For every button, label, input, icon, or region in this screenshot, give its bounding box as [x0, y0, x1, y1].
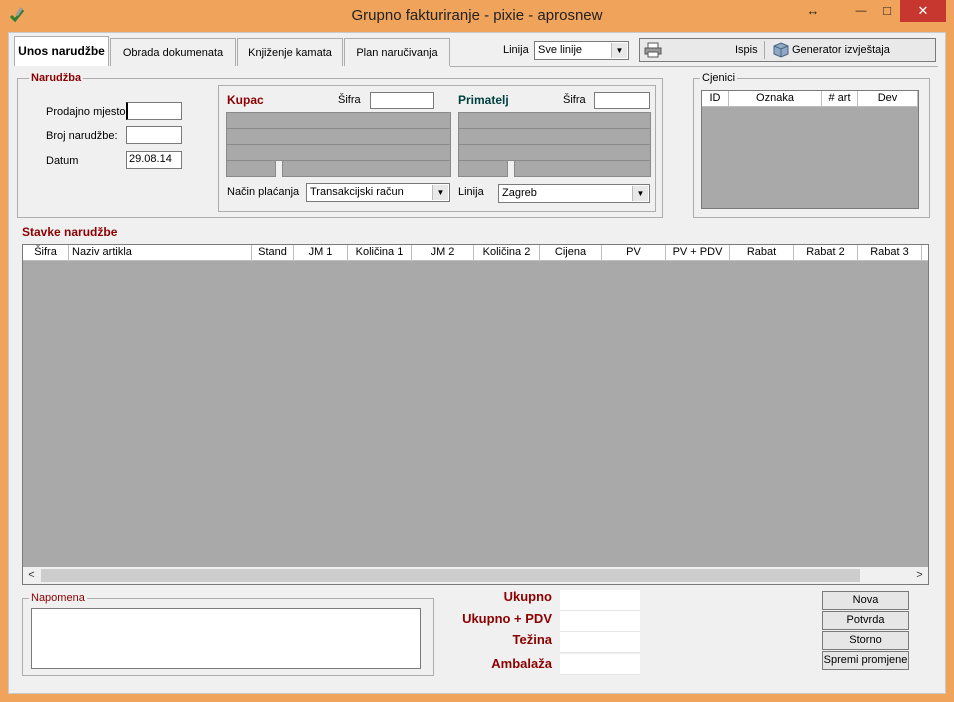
- maximize-button[interactable]: □: [874, 0, 900, 22]
- tab-obrada-dokumenata[interactable]: Obrada dokumenata: [110, 38, 236, 66]
- primatelj-linija-select[interactable]: Zagreb ▼: [498, 184, 650, 203]
- col-header-cijena[interactable]: Cijena: [540, 245, 602, 261]
- col-header-naziv[interactable]: Naziv artikla: [69, 245, 252, 261]
- close-button[interactable]: ✕: [900, 0, 946, 22]
- cjenici-header-art[interactable]: # art: [822, 91, 858, 107]
- col-header-pv[interactable]: PV: [602, 245, 666, 261]
- col-header-filler: [922, 245, 928, 261]
- col-header-jm2[interactable]: JM 2: [412, 245, 474, 261]
- storno-button[interactable]: Storno: [822, 631, 909, 650]
- primatelj-mjesto-field: [514, 160, 651, 177]
- cjenici-table[interactable]: [701, 90, 919, 209]
- generator-izvjestaja-button[interactable]: Generator izvještaja: [792, 44, 890, 56]
- ukupno-label: Ukupno: [503, 589, 552, 604]
- datum-label: Datum: [46, 155, 79, 167]
- kupac-adresa-field: [226, 128, 451, 145]
- kupac-mjesto-field: [282, 160, 451, 177]
- napomena-legend: Napomena: [29, 592, 87, 605]
- primatelj-naziv-field: [458, 112, 651, 129]
- minimize-button[interactable]: —: [848, 0, 874, 22]
- linija-filter-value: Sve linije: [538, 44, 583, 56]
- chevron-down-icon[interactable]: ▼: [432, 185, 448, 200]
- potvrda-button[interactable]: Potvrda: [822, 611, 909, 630]
- broj-narudzbe-label: Broj narudžbe:: [46, 130, 118, 142]
- tab-knjizenje-kamata[interactable]: Knjiženje kamata: [237, 38, 343, 66]
- col-header-stand[interactable]: Stand: [252, 245, 294, 261]
- stavke-grid[interactable]: [22, 244, 929, 585]
- primatelj-linija-value: Zagreb: [502, 187, 537, 199]
- kupac-label: Kupac: [227, 93, 264, 107]
- broj-narudzbe-field[interactable]: [126, 126, 182, 144]
- napomena-textarea[interactable]: [31, 608, 421, 669]
- prodajno-mjesto-label: Prodajno mjesto: [46, 106, 126, 118]
- tab-plan-narucivanja[interactable]: Plan naručivanja: [344, 38, 450, 66]
- cjenici-header-dev[interactable]: Dev: [858, 91, 918, 107]
- ambalaza-label: Ambalaža: [491, 656, 552, 671]
- scroll-right-button[interactable]: >: [911, 567, 928, 584]
- nacin-placanja-select[interactable]: Transakcijski račun ▼: [306, 183, 450, 202]
- ispis-button[interactable]: Ispis: [735, 44, 758, 56]
- tezina-label: Težina: [512, 632, 553, 647]
- linija-filter-select[interactable]: Sve linije ▼: [534, 41, 629, 60]
- col-header-jm1[interactable]: JM 1: [294, 245, 348, 261]
- cjenici-header-oznaka[interactable]: Oznaka: [729, 91, 822, 107]
- cjenici-legend: Cjenici: [700, 72, 738, 85]
- nova-button[interactable]: Nova: [822, 591, 909, 610]
- tab-divider: [450, 66, 938, 67]
- col-header-rabat3[interactable]: Rabat 3: [858, 245, 922, 261]
- primatelj-sifra-label: Šifra: [563, 94, 586, 106]
- col-header-kolicina1[interactable]: Količina 1: [348, 245, 412, 261]
- ukupno-value: [560, 590, 640, 611]
- chevron-down-icon[interactable]: ▼: [632, 186, 648, 201]
- scrollbar-thumb[interactable]: [41, 569, 860, 582]
- nacin-placanja-value: Transakcijski račun: [310, 186, 404, 198]
- primatelj-postanski-broj-field: [458, 160, 508, 177]
- scroll-left-button[interactable]: <: [23, 567, 40, 584]
- spremi-promjene-button[interactable]: Spremi promjene: [822, 651, 909, 670]
- primatelj-sifra-field[interactable]: [594, 92, 650, 109]
- col-header-kolicina2[interactable]: Količina 2: [474, 245, 540, 261]
- narudzba-legend: Narudžba: [29, 72, 84, 85]
- tab-unos-narudzbe[interactable]: Unos narudžbe: [14, 36, 109, 66]
- kupac-adresa2-field: [226, 144, 451, 161]
- primatelj-adresa-field: [458, 128, 651, 145]
- linija-filter-label: Linija: [503, 44, 529, 56]
- toolbar-separator: [764, 41, 765, 59]
- kupac-naziv-field: [226, 112, 451, 129]
- col-header-pv-pdv[interactable]: PV + PDV: [666, 245, 730, 261]
- primatelj-adresa2-field: [458, 144, 651, 161]
- printer-icon[interactable]: [644, 42, 662, 58]
- ukupno-pdv-label: Ukupno + PDV: [462, 611, 552, 626]
- prodajno-mjesto-field[interactable]: [126, 102, 182, 120]
- cjenici-header-id[interactable]: ID: [702, 91, 729, 107]
- ukupno-pdv-value: [560, 611, 640, 632]
- primatelj-label: Primatelj: [458, 93, 509, 107]
- kupac-sifra-label: Šifra: [338, 94, 361, 106]
- chevron-down-icon[interactable]: ▼: [611, 43, 627, 58]
- tezina-value: [560, 632, 640, 653]
- primatelj-linija-label: Linija: [458, 186, 484, 198]
- col-header-rabat[interactable]: Rabat: [730, 245, 794, 261]
- kupac-postanski-broj-field: [226, 160, 276, 177]
- resize-icon[interactable]: ↔: [800, 0, 826, 22]
- box-icon[interactable]: [773, 42, 789, 58]
- stavke-title: Stavke narudžbe: [22, 225, 118, 239]
- ambalaza-value: [560, 654, 640, 675]
- col-header-sifra[interactable]: Šifra: [23, 245, 69, 261]
- datum-field[interactable]: 29.08.14: [126, 151, 182, 169]
- nacin-placanja-label: Način plaćanja: [227, 186, 300, 198]
- col-header-rabat2[interactable]: Rabat 2: [794, 245, 858, 261]
- kupac-sifra-field[interactable]: [370, 92, 434, 109]
